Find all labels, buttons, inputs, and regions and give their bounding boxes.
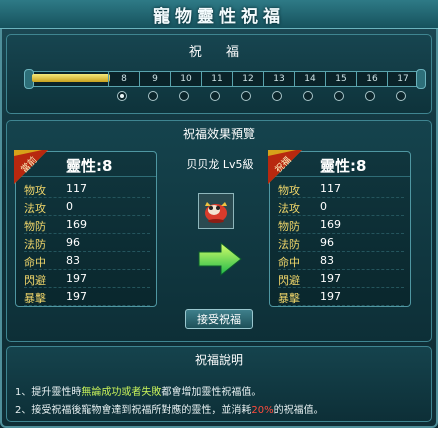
- stat-name: 命中: [278, 256, 300, 269]
- stat-row: 命中 83: [24, 252, 150, 270]
- stat-row: 物防 169: [24, 216, 150, 234]
- stat-name: 物攻: [278, 184, 300, 197]
- stat-value: 83: [320, 254, 334, 267]
- stat-name: 法防: [278, 238, 300, 251]
- bless-label: 祝 福: [188, 45, 250, 60]
- stat-name: 法攻: [24, 202, 46, 215]
- bless-level-mark: 17: [387, 72, 418, 86]
- upgrade-arrow-icon: [198, 241, 242, 277]
- stat-row: 法攻 0: [24, 198, 150, 216]
- stat-row: 法防 96: [278, 234, 404, 252]
- stat-value: 197: [66, 290, 87, 303]
- stat-value: 197: [320, 290, 341, 303]
- stat-name: 暴擊: [278, 292, 300, 305]
- blessed-spirit-value: 8: [356, 157, 367, 175]
- current-stats-card: 當前 靈性:8 物攻 117 法攻 0 物防 169 法防 96 命中 83 閃避 197 暴擊 197: [14, 150, 157, 307]
- stat-row: 暴擊 197: [278, 288, 404, 306]
- accept-blessing-button[interactable]: 接受祝福: [185, 309, 253, 329]
- bless-level-radio[interactable]: [334, 91, 344, 101]
- description-title: 祝福說明: [194, 353, 243, 367]
- bless-level-mark: 10: [170, 72, 201, 86]
- pet-avatar[interactable]: [198, 193, 234, 229]
- track-right-cap: [416, 69, 426, 89]
- current-card-header: 當前 靈性:8: [14, 150, 156, 184]
- bless-level-radio[interactable]: [241, 91, 251, 101]
- current-spirit-label: 靈性:: [66, 157, 102, 175]
- bless-progress-panel: 祝 福 8 9 10 11 12 13 14 15 16 17: [6, 34, 432, 114]
- stat-name: 物攻: [24, 184, 46, 197]
- bless-level-mark: 16: [356, 72, 387, 86]
- pet-name: 贝贝龙 Lv5級: [186, 158, 254, 171]
- stat-row: 閃避 197: [278, 270, 404, 288]
- bless-level-mark: 8: [108, 72, 139, 86]
- stat-row: 法防 96: [24, 234, 150, 252]
- stat-name: 暴擊: [24, 292, 46, 305]
- stat-row: 法攻 0: [278, 198, 404, 216]
- current-spirit: 靈性:8: [66, 155, 112, 176]
- line1-suffix: 都會增加靈性祝福值。: [161, 387, 262, 398]
- stat-row: 閃避 197: [24, 270, 150, 288]
- blessed-spirit-label: 靈性:: [320, 157, 356, 175]
- bless-level-radio[interactable]: [117, 91, 127, 101]
- bless-level-radio[interactable]: [396, 91, 406, 101]
- dragon-icon: [205, 202, 227, 223]
- description-line-2: 2、接受祝福後寵物會達到祝福所對應的靈性，並消耗20%的祝福值。: [15, 401, 324, 416]
- line1-highlight: 無論成功或者失敗: [81, 387, 162, 398]
- stat-value: 169: [66, 218, 87, 231]
- stat-name: 命中: [24, 256, 46, 269]
- stat-row: 暴擊 197: [24, 288, 150, 306]
- stat-name: 閃避: [278, 274, 300, 287]
- stat-value: 197: [320, 272, 341, 285]
- bless-level-mark: 11: [201, 72, 232, 86]
- bless-level-mark: 13: [263, 72, 294, 86]
- stat-row: 物攻 117: [278, 180, 404, 198]
- stat-value: 83: [66, 254, 80, 267]
- bless-level-mark: 9: [139, 72, 170, 86]
- bless-level-mark: 12: [232, 72, 263, 86]
- stat-name: 物防: [24, 220, 46, 233]
- bless-level-radio[interactable]: [179, 91, 189, 101]
- stat-value: 117: [320, 182, 341, 195]
- bless-preview-panel: 祝福效果預覽 當前 靈性:8 物攻 117 法攻 0 物防 169 法防 96 命中 83 閃避 19…: [6, 120, 432, 342]
- stat-row: 物攻 117: [24, 180, 150, 198]
- current-spirit-value: 8: [102, 157, 113, 175]
- stat-value: 197: [66, 272, 87, 285]
- bless-level-radio[interactable]: [365, 91, 375, 101]
- line2-prefix: 2、接受祝福後寵物會達到祝福所對應的靈性，並消耗: [15, 405, 252, 416]
- blessed-card-header: 祝福 靈性:8: [268, 150, 410, 184]
- bless-level-radio[interactable]: [272, 91, 282, 101]
- stat-name: 物防: [278, 220, 300, 233]
- stat-row: 物防 169: [278, 216, 404, 234]
- stat-value: 0: [66, 200, 73, 213]
- bless-progress-track: 8 9 10 11 12 13 14 15 16 17: [24, 69, 426, 89]
- stat-name: 閃避: [24, 274, 46, 287]
- blessed-tag-icon: 祝福: [268, 150, 302, 184]
- title-bar[interactable]: 寵物靈性祝福: [0, 0, 438, 29]
- bless-level-mark: 14: [294, 72, 325, 86]
- stat-value: 0: [320, 200, 327, 213]
- stat-name: 法攻: [278, 202, 300, 215]
- stat-value: 169: [320, 218, 341, 231]
- bless-description-panel: 祝福說明 1、提升靈性時無論成功或者失敗都會增加靈性祝福值。 2、接受祝福後寵物…: [6, 346, 432, 422]
- bless-level-radio[interactable]: [303, 91, 313, 101]
- preview-title: 祝福效果預覽: [182, 127, 255, 141]
- stat-name: 法防: [24, 238, 46, 251]
- blessed-stats-card: 祝福 靈性:8 物攻 117 法攻 0 物防 169 法防 96 命中 83 閃避 197 暴擊 197: [268, 150, 411, 307]
- bless-progress-fill: [32, 74, 110, 82]
- stat-value: 117: [66, 182, 87, 195]
- bless-level-radio[interactable]: [148, 91, 158, 101]
- stat-value: 96: [320, 236, 334, 249]
- description-line-1: 1、提升靈性時無論成功或者失敗都會增加靈性祝福值。: [15, 383, 261, 398]
- current-tag-icon: 當前: [14, 150, 48, 184]
- line2-suffix: 的祝福值。: [273, 405, 324, 416]
- bless-level-mark: 15: [325, 72, 356, 86]
- window-title: 寵物靈性祝福: [153, 6, 285, 27]
- stat-row: 命中 83: [278, 252, 404, 270]
- blessed-spirit: 靈性:8: [320, 155, 366, 176]
- bless-level-radio[interactable]: [210, 91, 220, 101]
- line1-prefix: 1、提升靈性時: [15, 387, 82, 398]
- stat-value: 96: [66, 236, 80, 249]
- line2-highlight: 20%: [251, 405, 274, 416]
